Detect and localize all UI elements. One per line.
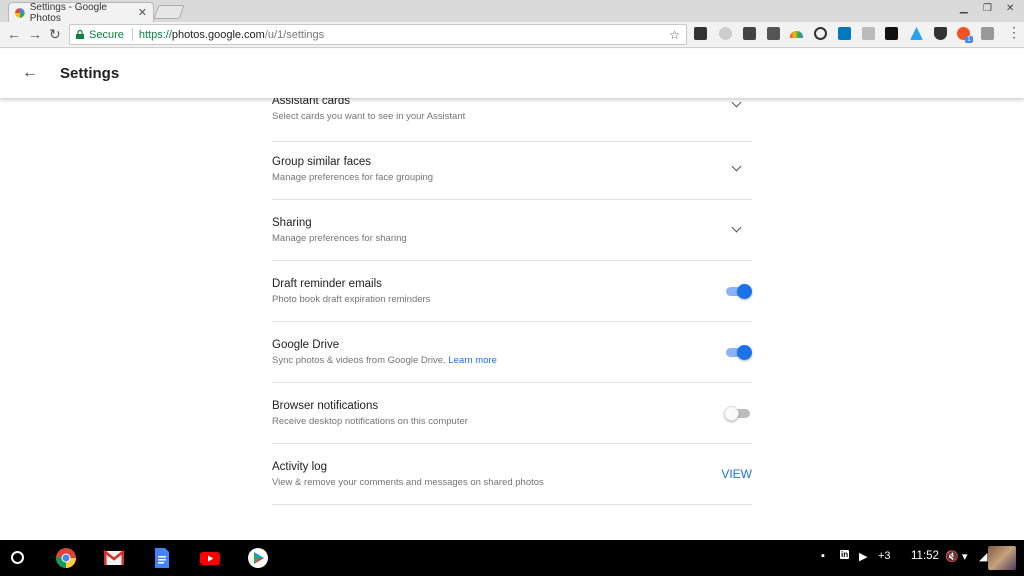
- new-tab-button[interactable]: [153, 5, 185, 19]
- gmail-icon[interactable]: [103, 547, 125, 569]
- extension-icon[interactable]: [743, 27, 756, 40]
- setting-description: Manage preferences for face grouping: [272, 172, 434, 183]
- divider: [131, 28, 133, 41]
- setting-sharing[interactable]: Sharing Manage preferences for sharing: [272, 200, 752, 261]
- restore-icon[interactable]: ❐: [983, 3, 992, 14]
- chevron-down-icon[interactable]: [731, 98, 742, 108]
- panel-extension-icon[interactable]: [862, 27, 875, 40]
- tab-title: Settings - Google Photos: [29, 1, 107, 24]
- setting-description: Select cards you want to see in your Ass…: [272, 111, 466, 122]
- back-arrow-icon[interactable]: ←: [22, 64, 38, 82]
- view-activity-button[interactable]: VIEW: [721, 467, 752, 481]
- chevron-down-icon[interactable]: [731, 161, 742, 172]
- app-bar: ← Settings: [0, 49, 1024, 98]
- draft-reminder-toggle[interactable]: [724, 281, 752, 301]
- linkedin-icon[interactable]: in: [840, 550, 850, 559]
- browser-notifications-toggle[interactable]: [724, 403, 752, 423]
- browser-tab[interactable]: Settings - Google Photos ✕: [8, 1, 154, 24]
- p-extension-icon[interactable]: [885, 27, 898, 40]
- setting-title: Browser notifications: [272, 400, 379, 412]
- url-host: photos.google.com: [171, 28, 265, 41]
- setting-group-similar-faces[interactable]: Group similar faces Manage preferences f…: [272, 139, 752, 200]
- window-close-icon[interactable]: ✕: [1006, 3, 1014, 14]
- setting-description-text: Sync photos & videos from Google Drive.: [272, 355, 446, 366]
- bird-extension-icon[interactable]: [910, 27, 923, 40]
- google-drive-toggle[interactable]: [724, 342, 752, 362]
- setting-description: Photo book draft expiration reminders: [272, 294, 431, 305]
- pocket-extension-icon[interactable]: [934, 27, 947, 40]
- setting-google-drive: Google Drive Sync photos & videos from G…: [272, 322, 752, 383]
- system-shelf: ▪ in ▶ +3 11:52 🔇 ▾ ◢: [0, 540, 1024, 576]
- url-scheme: https://: [138, 28, 172, 41]
- mute-icon[interactable]: 🔇: [945, 550, 959, 563]
- menu-icon[interactable]: ⋮: [1007, 25, 1021, 39]
- page-title: Settings: [60, 65, 120, 82]
- setting-description: View & remove your comments and messages…: [272, 477, 544, 488]
- secure-label: Secure: [89, 28, 124, 41]
- lock-icon: [76, 30, 84, 39]
- extension-badge: 1: [965, 36, 973, 43]
- clock[interactable]: 11:52: [911, 550, 939, 562]
- shield-extension-icon[interactable]: [767, 27, 780, 40]
- forward-arrow-icon[interactable]: →: [28, 27, 42, 41]
- avatar[interactable]: [988, 546, 1016, 570]
- notification-count[interactable]: +3: [878, 550, 891, 562]
- youtube-icon[interactable]: [199, 547, 221, 569]
- circle-extension-icon[interactable]: [719, 27, 732, 40]
- setting-description: Sync photos & videos from Google Drive. …: [272, 355, 497, 366]
- wifi-icon[interactable]: ▾: [962, 550, 968, 563]
- tab-strip: Settings - Google Photos ✕ ▁ ❐ ✕: [0, 0, 1024, 24]
- setting-title: Activity log: [272, 461, 327, 473]
- minimize-icon[interactable]: ▁: [960, 3, 968, 14]
- learn-more-link[interactable]: Learn more: [448, 355, 497, 366]
- chrome-icon[interactable]: [55, 547, 77, 569]
- setting-description: Receive desktop notifications on this co…: [272, 416, 468, 427]
- setting-title: Google Drive: [272, 339, 340, 351]
- address-bar[interactable]: Secure https:// photos.google.com /u/1/s…: [69, 24, 687, 45]
- setting-assistant-cards[interactable]: Assistant cards Select cards you want to…: [272, 98, 752, 142]
- setting-title: Group similar faces: [272, 156, 372, 168]
- reload-icon[interactable]: ↻: [49, 27, 61, 41]
- layers-extension-icon[interactable]: [694, 27, 707, 40]
- language-extension-icon[interactable]: [981, 27, 994, 40]
- rainbow-extension-icon[interactable]: [790, 31, 803, 38]
- setting-draft-reminder-emails: Draft reminder emails Photo book draft e…: [272, 261, 752, 322]
- signal-icon[interactable]: ◢: [979, 550, 987, 563]
- url-path: /u/1/settings: [264, 28, 325, 41]
- google-photos-icon: [15, 7, 25, 18]
- chevron-down-icon[interactable]: [731, 222, 742, 233]
- play-store-icon[interactable]: [247, 547, 269, 569]
- setting-title: Sharing: [272, 217, 312, 229]
- setting-title: Assistant cards: [272, 98, 350, 107]
- setting-browser-notifications: Browser notifications Receive desktop no…: [272, 383, 752, 444]
- bookmark-star-icon[interactable]: ☆: [669, 28, 680, 42]
- settings-list: Assistant cards Select cards you want to…: [0, 98, 1024, 540]
- check-circle-extension-icon[interactable]: [814, 27, 827, 40]
- play-circle-icon[interactable]: ▶: [859, 550, 867, 563]
- tab-close-icon[interactable]: ✕: [138, 6, 147, 19]
- setting-title: Draft reminder emails: [272, 278, 382, 290]
- launcher-icon[interactable]: [11, 551, 24, 564]
- back-arrow-icon[interactable]: ←: [7, 27, 21, 41]
- browser-toolbar: ← → ↻ Secure https:// photos.google.com …: [0, 22, 1024, 48]
- notification-icon[interactable]: ▪: [821, 550, 825, 562]
- setting-description: Manage preferences for sharing: [272, 233, 407, 244]
- setting-activity-log: Activity log View & remove your comments…: [272, 444, 752, 505]
- trello-extension-icon[interactable]: [838, 27, 851, 40]
- google-docs-icon[interactable]: [151, 547, 173, 569]
